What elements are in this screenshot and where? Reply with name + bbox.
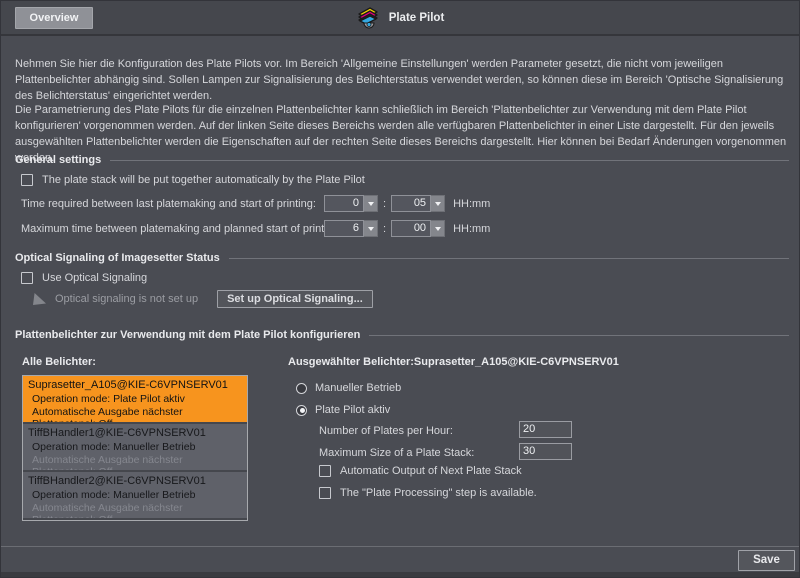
time-required-spinners: 0 : 05 HH:mm	[324, 195, 490, 212]
plate-processing-label: The "Plate Processing" step is available…	[340, 487, 537, 499]
max-time-hours-field[interactable]: 6	[324, 220, 364, 237]
auto-output-checkbox[interactable]	[319, 465, 331, 477]
selected-imagesetter-header: Ausgewählter Belichter:Suprasetter_A105@…	[288, 356, 619, 368]
plate-processing-row: The "Plate Processing" step is available…	[319, 487, 537, 499]
top-bar-separator	[1, 34, 799, 36]
optical-status-text: Optical signaling is not set up	[55, 293, 198, 305]
imagesetter-mode: Operation mode: Manueller Betrieb	[28, 489, 242, 501]
time-required-label: Time required between last platemaking a…	[21, 198, 316, 210]
max-time-spinners: 6 : 00 HH:mm	[324, 220, 490, 237]
auto-stack-row: The plate stack will be put together aut…	[21, 174, 365, 186]
use-optical-checkbox[interactable]	[21, 272, 33, 284]
time-required-minutes-field[interactable]: 05	[391, 195, 431, 212]
imagesetter-name: TiffBHandler2@KIE-C6VPNSERV01	[28, 475, 242, 487]
imagesetter-auto-output: Automatische Ausgabe nächster Plattensta…	[28, 454, 242, 470]
imagesetter-auto-output: Automatische Ausgabe nächster Plattensta…	[28, 406, 242, 422]
chevron-down-icon[interactable]	[431, 195, 445, 212]
section-rule	[229, 258, 789, 259]
plate-pilot-window: Overview Plate Pilot Nehmen Sie hier die…	[0, 0, 800, 578]
footer-separator	[1, 546, 799, 547]
imagesetter-mode: Operation mode: Manueller Betrieb	[28, 441, 242, 453]
setup-optical-button[interactable]: Set up Optical Signaling...	[217, 290, 373, 308]
manual-mode-row: Manueller Betrieb	[296, 382, 401, 394]
auto-output-row: Automatic Output of Next Plate Stack	[319, 465, 522, 477]
max-time-label: Maximum time between platemaking and pla…	[21, 223, 342, 235]
manual-mode-radio[interactable]	[296, 383, 307, 394]
chevron-down-icon[interactable]	[364, 220, 378, 237]
warning-icon	[33, 293, 46, 305]
section-rule	[369, 335, 789, 336]
general-settings-title: General settings	[15, 154, 101, 166]
plates-per-hour-input[interactable]: 20	[519, 421, 572, 438]
save-button[interactable]: Save	[738, 550, 795, 571]
overview-button[interactable]: Overview	[15, 7, 93, 29]
imagesetter-auto-output: Automatische Ausgabe nächster Plattensta…	[28, 502, 242, 518]
intro-paragraph-1: Nehmen Sie hier die Konfiguration des Pl…	[15, 56, 789, 104]
chevron-down-icon[interactable]	[364, 195, 378, 212]
max-stack-size-input[interactable]: 30	[519, 443, 572, 460]
use-optical-label: Use Optical Signaling	[42, 272, 147, 284]
max-time-unit: HH:mm	[453, 223, 490, 235]
list-item-tiffbhandler1[interactable]: TiffBHandler1@KIE-C6VPNSERV01 Operation …	[23, 424, 247, 470]
optical-signaling-title: Optical Signaling of Imagesetter Status	[15, 252, 220, 264]
platesetters-header: Plattenbelichter zur Verwendung mit dem …	[15, 329, 789, 341]
optical-signaling-header: Optical Signaling of Imagesetter Status	[15, 252, 789, 264]
section-rule	[110, 160, 789, 161]
time-colon: :	[383, 223, 386, 235]
pilot-mode-label: Plate Pilot aktiv	[315, 404, 390, 416]
platesetters-title: Plattenbelichter zur Verwendung mit dem …	[15, 329, 360, 341]
imagesetter-name: Suprasetter_A105@KIE-C6VPNSERV01	[28, 379, 242, 391]
plate-processing-checkbox[interactable]	[319, 487, 331, 499]
chevron-down-icon[interactable]	[431, 220, 445, 237]
pilot-mode-radio[interactable]	[296, 405, 307, 416]
top-bar	[1, 1, 799, 34]
list-item-tiffbhandler2[interactable]: TiffBHandler2@KIE-C6VPNSERV01 Operation …	[23, 472, 247, 518]
auto-stack-label: The plate stack will be put together aut…	[42, 174, 365, 186]
time-required-unit: HH:mm	[453, 198, 490, 210]
imagesetter-list: Suprasetter_A105@KIE-C6VPNSERV01 Operati…	[22, 375, 248, 521]
auto-output-label: Automatic Output of Next Plate Stack	[340, 465, 522, 477]
auto-stack-checkbox[interactable]	[21, 174, 33, 186]
manual-mode-label: Manueller Betrieb	[315, 382, 401, 394]
imagesetter-mode: Operation mode: Plate Pilot aktiv	[28, 393, 242, 405]
list-item-suprasetter[interactable]: Suprasetter_A105@KIE-C6VPNSERV01 Operati…	[23, 376, 247, 422]
time-colon: :	[383, 198, 386, 210]
optical-status-row: Optical signaling is not set up Set up O…	[33, 290, 373, 308]
imagesetter-name: TiffBHandler1@KIE-C6VPNSERV01	[28, 427, 242, 439]
window-bottom-edge	[1, 572, 799, 578]
time-required-hours-field[interactable]: 0	[324, 195, 364, 212]
use-optical-row: Use Optical Signaling	[21, 272, 147, 284]
plates-per-hour-label: Number of Plates per Hour:	[319, 425, 453, 437]
max-stack-size-label: Maximum Size of a Plate Stack:	[319, 447, 474, 459]
pilot-mode-row: Plate Pilot aktiv	[296, 404, 390, 416]
max-time-minutes-field[interactable]: 00	[391, 220, 431, 237]
all-imagesetters-label: Alle Belichter:	[22, 356, 96, 368]
general-settings-header: General settings	[15, 154, 789, 166]
